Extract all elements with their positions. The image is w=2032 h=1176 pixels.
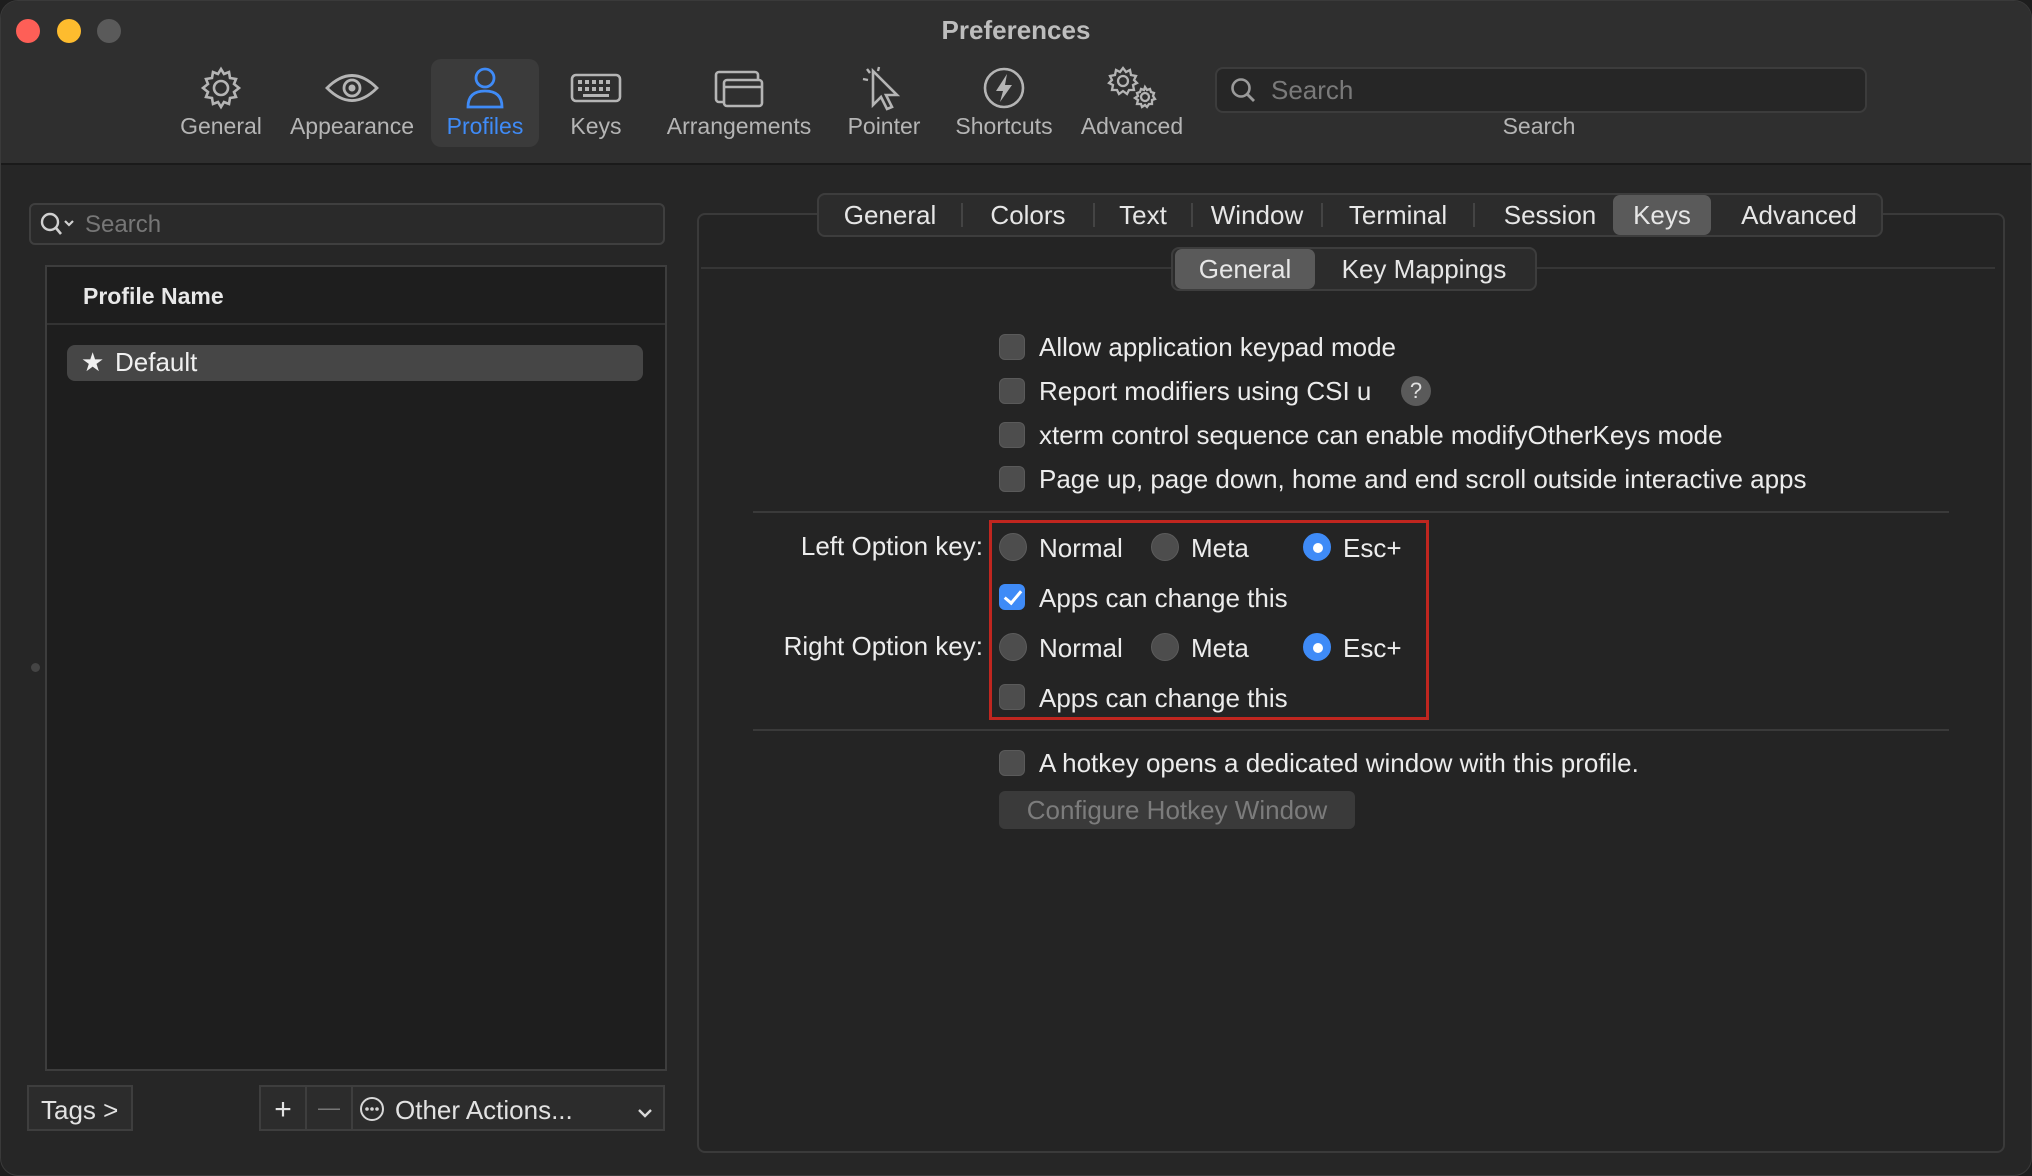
tab-advanced[interactable]: Advanced (1717, 195, 1881, 235)
toolbar-advanced-label: Advanced (1080, 113, 1184, 139)
page-scroll-outside-checkbox[interactable] (999, 466, 1025, 492)
profile-table: Profile Name ★ Default (45, 265, 667, 1071)
toolbar-shortcuts-label: Shortcuts (955, 113, 1053, 139)
right-option-key-label: Right Option key: (783, 631, 983, 661)
eye-icon (287, 63, 417, 113)
split-view-handle[interactable] (31, 663, 40, 672)
chevron-down-icon (635, 1099, 655, 1130)
configure-hotkey-window-button[interactable]: Configure Hotkey Window (999, 791, 1355, 829)
toolbar-arrangements-label: Arrangements (666, 113, 812, 139)
plus-icon: + (274, 1093, 292, 1126)
profile-search-input[interactable] (83, 207, 647, 243)
section-divider (753, 511, 1949, 513)
toolbar-general[interactable]: General (171, 59, 271, 147)
tab-keys[interactable]: Keys (1613, 195, 1711, 235)
windows-icon (663, 63, 815, 113)
minus-icon: — (318, 1095, 340, 1120)
hotkey-window-label: A hotkey opens a dedicated window with t… (1039, 748, 1639, 778)
help-icon[interactable]: ? (1401, 376, 1431, 406)
other-actions-menu[interactable]: Other Actions... (351, 1085, 665, 1131)
profile-name-column-header[interactable]: Profile Name (47, 267, 665, 325)
report-modifiers-csi-checkbox[interactable] (999, 378, 1025, 404)
toolbar-general-label: General (180, 113, 262, 139)
toolbar-pointer-label: Pointer (847, 113, 921, 139)
allow-keypad-mode-label: Allow application keypad mode (1039, 332, 1396, 362)
toolbar-appearance[interactable]: Appearance (287, 59, 417, 147)
toolbar: Preferences General Appearance Profiles (1, 1, 2031, 165)
profile-search-field[interactable] (29, 203, 665, 245)
tab-colors[interactable]: Colors (963, 195, 1093, 235)
pointer-icon (843, 63, 925, 113)
keyboard-icon (556, 63, 636, 113)
gear-icon (171, 63, 271, 113)
toolbar-profiles[interactable]: Profiles (431, 59, 539, 147)
modify-other-keys-checkbox[interactable] (999, 422, 1025, 448)
ellipsis-circle-icon (359, 1096, 385, 1129)
tab-text[interactable]: Text (1095, 195, 1191, 235)
person-icon (431, 63, 539, 113)
tab-window[interactable]: Window (1193, 195, 1321, 235)
toolbar-keys-label: Keys (570, 113, 622, 139)
toolbar-advanced[interactable]: Advanced (1079, 59, 1185, 147)
left-option-key-label: Left Option key: (800, 531, 983, 561)
toolbar-keys[interactable]: Keys (556, 59, 636, 147)
remove-profile-button[interactable]: — (305, 1085, 353, 1131)
tab-terminal[interactable]: Terminal (1323, 195, 1473, 235)
window-title: Preferences (941, 15, 1091, 45)
subtab-general[interactable]: General (1175, 249, 1315, 289)
allow-keypad-mode-checkbox[interactable] (999, 334, 1025, 360)
option-keys-highlight (989, 520, 1429, 720)
column-header-label: Profile Name (83, 283, 224, 309)
toolbar-profiles-label: Profiles (446, 113, 524, 139)
add-profile-button[interactable]: + (259, 1085, 307, 1131)
gears-icon (1079, 63, 1185, 113)
toolbar-pointer[interactable]: Pointer (843, 59, 925, 147)
toolbar-shortcuts[interactable]: Shortcuts (951, 59, 1057, 147)
toolbar-appearance-label: Appearance (289, 113, 415, 139)
toolbar-search-label: Search (1502, 113, 1576, 139)
report-modifiers-csi-label: Report modifiers using CSI u (1039, 376, 1372, 406)
preferences-window: Preferences General Appearance Profiles (0, 0, 2032, 1176)
toolbar-search-field[interactable] (1215, 67, 1867, 113)
modify-other-keys-label: xterm control sequence can enable modify… (1039, 420, 1723, 450)
profile-row-name: Default (115, 347, 198, 377)
other-actions-label: Other Actions... (395, 1095, 573, 1125)
tab-general[interactable]: General (819, 195, 961, 235)
search-icon (1229, 76, 1257, 109)
lightning-icon (951, 63, 1057, 113)
toolbar-search-input[interactable] (1269, 71, 1853, 109)
profile-tab-bar: General Colors Text Window Terminal Sess… (817, 193, 1883, 237)
tags-button[interactable]: Tags > (27, 1085, 133, 1131)
page-scroll-outside-label: Page up, page down, home and end scroll … (1039, 464, 1807, 494)
tab-session[interactable]: Session (1475, 195, 1625, 235)
section-divider (753, 729, 1949, 731)
toolbar-arrangements[interactable]: Arrangements (663, 59, 815, 147)
search-icon (39, 210, 79, 243)
star-icon: ★ (81, 347, 105, 377)
subtab-key-mappings[interactable]: Key Mappings (1315, 249, 1533, 289)
keys-subtab-bar: General Key Mappings (1171, 247, 1537, 291)
profile-row-default[interactable]: ★ Default (67, 345, 643, 381)
tags-button-label: Tags > (41, 1095, 119, 1125)
hotkey-window-checkbox[interactable] (999, 750, 1025, 776)
